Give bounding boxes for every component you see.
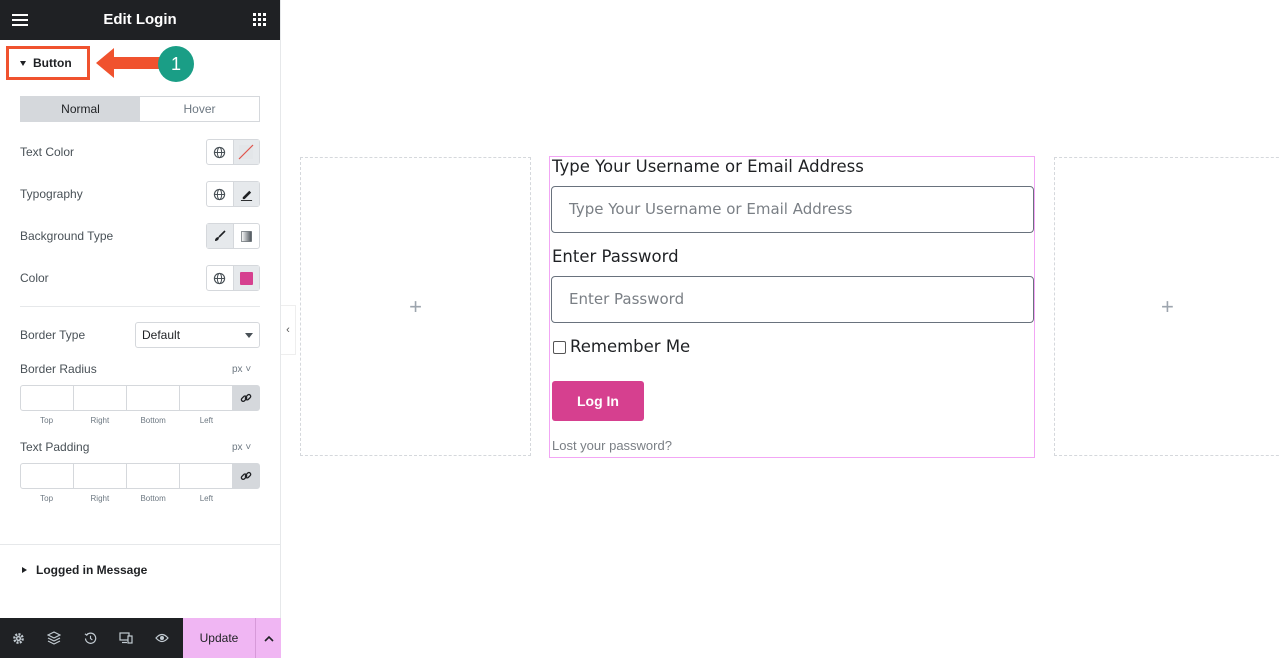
section-button-label: Button [33,56,72,70]
global-color-globe-icon[interactable] [207,140,233,164]
panel-header: Edit Login [0,0,280,40]
panel-title: Edit Login [103,11,177,28]
responsive-devices-icon[interactable] [108,618,144,658]
layers-icon[interactable] [36,618,72,658]
global-typography-globe-icon[interactable] [207,182,233,206]
text-padding-dimensions [20,463,260,489]
username-label: Type Your Username or Email Address [552,157,864,176]
add-element-plus-icon[interactable]: + [1161,294,1174,320]
text-padding-label: Text Padding [20,440,90,454]
background-type-label: Background Type [20,229,114,243]
section-divider [20,306,260,307]
section-button-toggle[interactable]: Button [6,46,90,80]
chevron-down-icon [245,333,253,338]
border-radius-dimensions [20,385,260,411]
typography-label: Typography [20,187,83,201]
text-padding-unit-select[interactable]: px ˅ [232,442,251,453]
color-control [206,265,260,291]
history-icon[interactable] [72,618,108,658]
lost-password-link[interactable]: Lost your password? [552,438,672,453]
text-padding-left-input[interactable] [179,464,232,488]
classic-brush-icon[interactable] [207,224,233,248]
remember-me-checkbox[interactable] [553,341,566,354]
section-logged-in-message-toggle[interactable]: Logged in Message [22,563,147,577]
tab-normal[interactable]: Normal [21,97,140,121]
edit-pencil-icon[interactable] [232,182,259,206]
color-swatch[interactable] [232,266,259,290]
login-widget[interactable]: Type Your Username or Email Address Type… [549,156,1035,458]
text-padding-bottom-input[interactable] [126,464,179,488]
link-values-icon[interactable] [232,386,259,410]
text-padding-dim-labels: Top Right Bottom Left [40,494,214,503]
border-type-label: Border Type [20,328,86,342]
section-logged-in-label: Logged in Message [36,563,148,577]
username-placeholder: Type Your Username or Email Address [569,200,853,218]
border-radius-dim-labels: Top Right Bottom Left [40,416,214,425]
text-padding-top-input[interactable] [21,464,73,488]
no-color-swatch-icon[interactable] [232,140,259,164]
caret-right-icon [22,567,27,573]
border-radius-label: Border Radius [20,362,97,376]
text-color-control [206,139,260,165]
border-type-value: Default [142,328,181,342]
remember-me-label[interactable]: Remember Me [570,337,690,356]
password-placeholder: Enter Password [569,290,685,308]
annotation-arrow-icon [96,48,160,78]
border-radius-right-input[interactable] [73,386,126,410]
preview-eye-icon[interactable] [144,618,180,658]
add-element-plus-icon[interactable]: + [409,294,422,320]
border-radius-bottom-input[interactable] [126,386,179,410]
settings-gear-icon[interactable] [0,618,36,658]
widgets-grid-icon[interactable] [253,13,266,26]
state-tabs: Normal Hover [20,96,260,122]
text-padding-right-input[interactable] [73,464,126,488]
text-color-label: Text Color [20,145,75,159]
empty-column-left[interactable]: + [300,157,531,456]
border-radius-left-input[interactable] [179,386,232,410]
section-divider [0,544,281,545]
color-label: Color [20,271,49,285]
link-values-icon[interactable] [232,464,259,488]
password-label: Enter Password [552,247,679,266]
password-input[interactable]: Enter Password [551,276,1034,323]
empty-column-right[interactable]: + [1054,157,1280,456]
border-radius-unit-select[interactable]: px ˅ [232,364,251,375]
border-radius-top-input[interactable] [21,386,73,410]
caret-down-icon [20,60,26,66]
editor-panel: Edit Login Button 1 Normal Hover Text Co… [0,0,281,658]
border-type-select[interactable]: Default [135,322,260,348]
chevron-up-icon[interactable] [255,618,281,658]
tab-hover[interactable]: Hover [140,97,259,121]
login-button[interactable]: Log In [552,381,644,421]
panel-footer: Update [0,618,281,658]
gradient-icon[interactable] [232,224,260,248]
typography-control [206,181,260,207]
global-bg-color-globe-icon[interactable] [207,266,233,290]
step-badge: 1 [158,46,194,82]
username-input[interactable]: Type Your Username or Email Address [551,186,1034,233]
background-type-control [206,223,260,249]
collapse-panel-chevron-left-icon[interactable]: ‹ [281,305,296,355]
update-button[interactable]: Update [183,618,255,658]
